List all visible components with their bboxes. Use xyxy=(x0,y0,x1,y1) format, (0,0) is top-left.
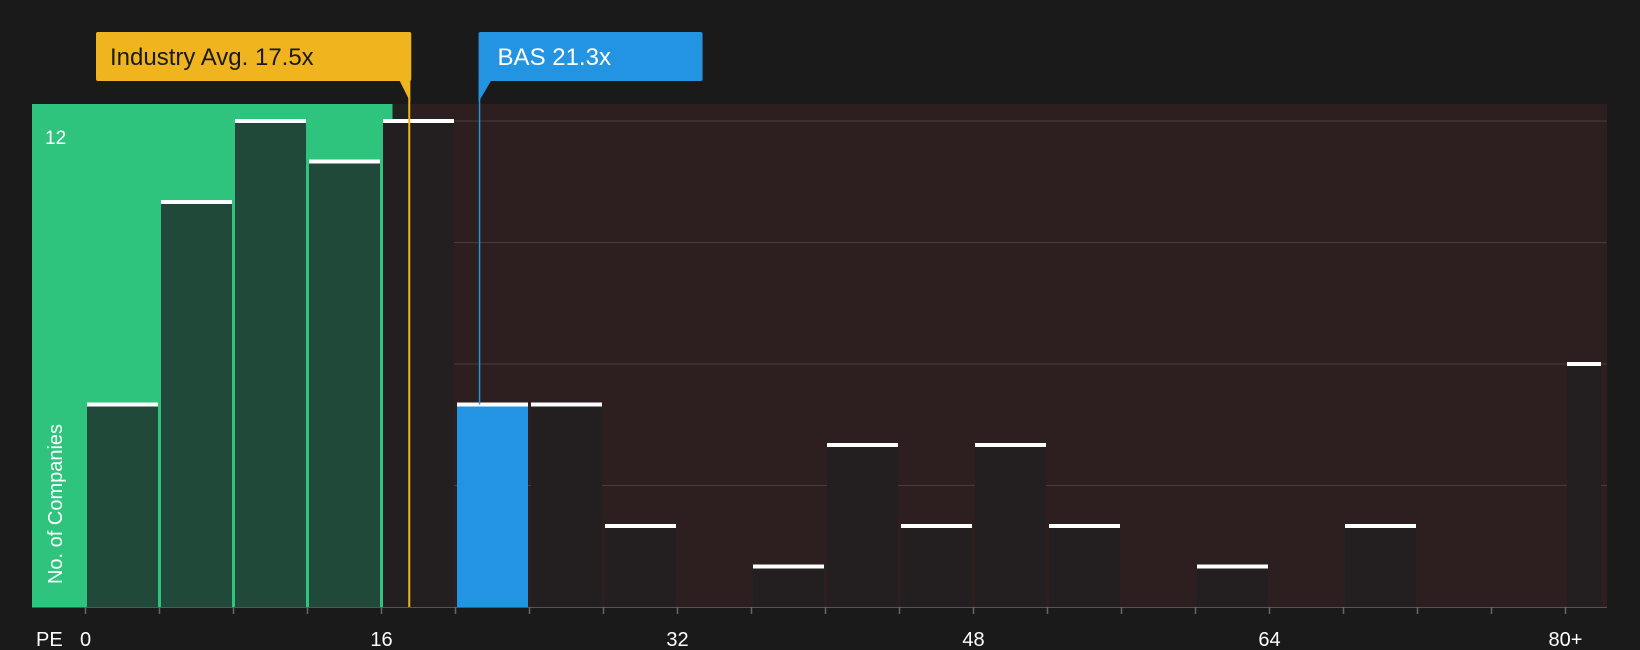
histogram-bar xyxy=(383,121,454,607)
histogram-bar xyxy=(753,566,824,607)
bar-cap xyxy=(901,524,972,528)
histogram-bar xyxy=(457,404,528,607)
bar-cap xyxy=(827,443,898,447)
x-axis-label: PE xyxy=(36,629,63,650)
histogram-bar xyxy=(1197,566,1268,607)
bar-cap xyxy=(1197,564,1268,569)
bar-cap xyxy=(605,524,676,528)
x-tick-label: 80+ xyxy=(1549,629,1583,650)
x-tick-label: 64 xyxy=(1258,629,1280,650)
bar-cap xyxy=(383,119,454,123)
histogram-bar xyxy=(87,404,158,607)
x-tick-label: 32 xyxy=(666,629,688,650)
x-tick-label: 48 xyxy=(962,629,984,650)
company-label: BAS 21.3x xyxy=(498,44,611,71)
chart-svg: Industry Avg. 17.5x BAS 21.3x 0 16 32 48 64 80… xyxy=(32,32,1608,650)
bar-cap xyxy=(753,564,824,569)
histogram-bar xyxy=(235,121,306,607)
bar-cap xyxy=(309,159,380,164)
histogram-bar xyxy=(975,445,1046,607)
bar-cap xyxy=(531,402,602,407)
bar-cap xyxy=(975,443,1046,447)
bar-cap xyxy=(1345,524,1416,528)
histogram-bar xyxy=(605,526,676,607)
histogram-bar xyxy=(827,445,898,607)
histogram-bar xyxy=(1049,526,1120,607)
histogram-bar xyxy=(1345,526,1416,607)
histogram-bar xyxy=(161,202,232,607)
bar-cap xyxy=(457,402,528,407)
bar-cap xyxy=(161,200,232,204)
x-tick-label: 0 xyxy=(80,629,91,650)
industry-avg-label: Industry Avg. 17.5x xyxy=(110,44,314,71)
histogram-bar xyxy=(531,404,602,607)
histogram-bar xyxy=(309,161,380,607)
histogram-bar xyxy=(1567,364,1601,607)
histogram-bar xyxy=(901,526,972,607)
y-axis-label: No. of Companies xyxy=(45,424,67,584)
industry-avg-pointer xyxy=(399,80,411,102)
bar-cap xyxy=(1049,524,1120,528)
x-tick-label: 16 xyxy=(370,629,392,650)
y-max-label: 12 xyxy=(45,128,66,149)
bar-cap xyxy=(235,119,306,123)
bar-cap xyxy=(1567,362,1601,366)
bar-cap xyxy=(87,402,158,407)
pe-distribution-chart: Industry Avg. 17.5x BAS 21.3x 0 16 32 48 64 80… xyxy=(0,0,1640,650)
company-pointer xyxy=(478,80,492,102)
